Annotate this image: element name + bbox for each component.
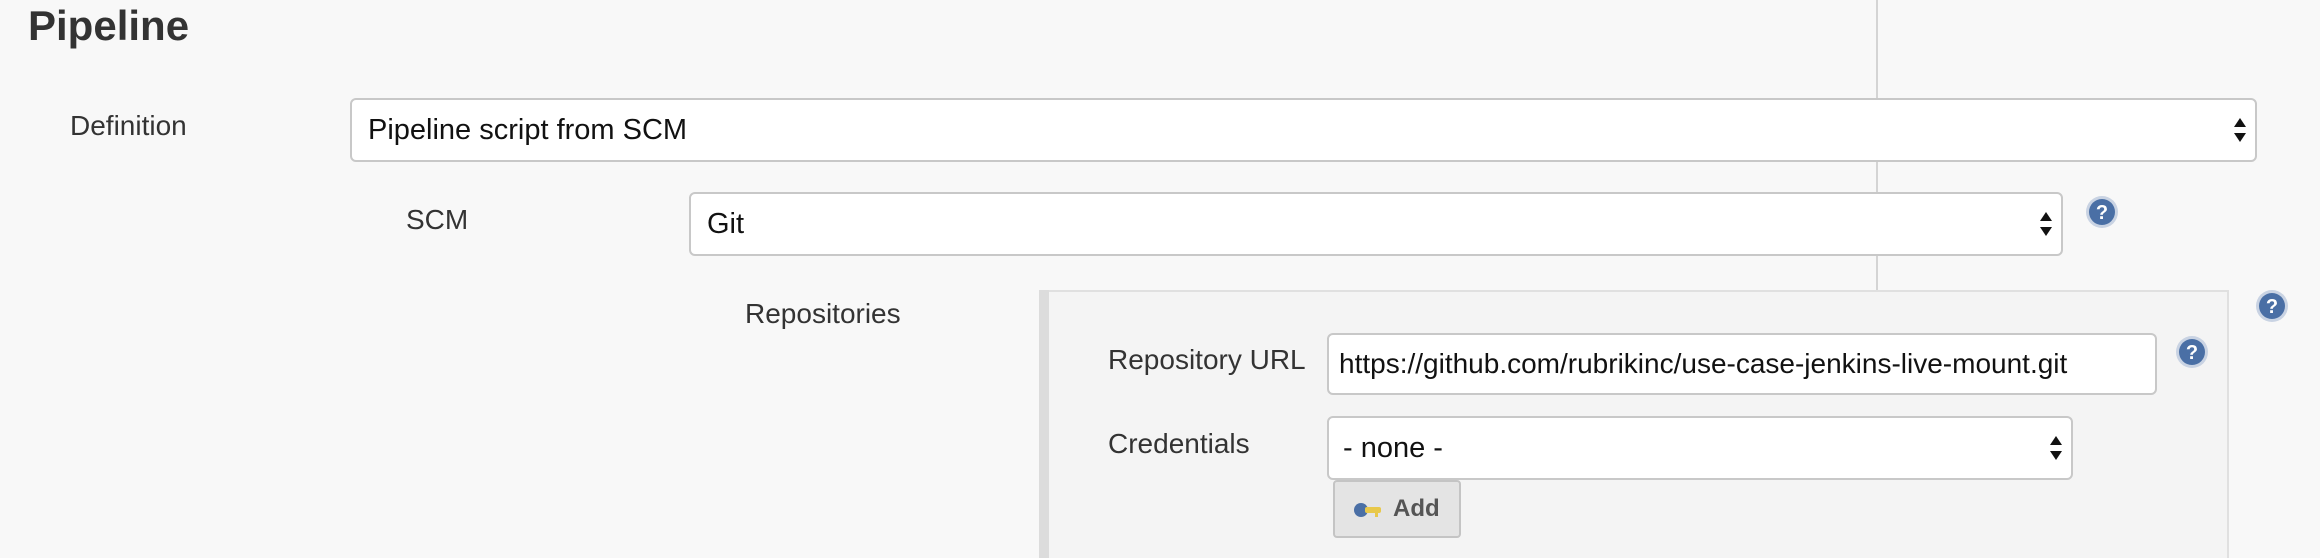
svg-text:?: ? (2266, 296, 2278, 318)
up-down-arrows-icon (2040, 212, 2052, 236)
up-down-arrows-icon (2234, 118, 2246, 142)
svg-text:?: ? (2186, 342, 2198, 364)
help-icon[interactable]: ? (2085, 195, 2119, 229)
credentials-select-value: - none - (1343, 431, 1443, 464)
add-credentials-button[interactable]: Add (1333, 480, 1461, 538)
repository-url-value: https://github.com/rubrikinc/use-case-je… (1339, 348, 2068, 379)
definition-select[interactable]: Pipeline script from SCM (350, 98, 2257, 162)
repository-url-input[interactable]: https://github.com/rubrikinc/use-case-je… (1327, 333, 2157, 395)
section-title: Pipeline (28, 2, 190, 49)
scm-select-value: Git (707, 207, 745, 240)
svg-text:?: ? (2096, 202, 2108, 224)
repositories-panel-stripe (1039, 290, 1049, 558)
credentials-select[interactable]: - none - (1327, 416, 2073, 480)
scm-label: SCM (406, 204, 469, 235)
definition-select-value: Pipeline script from SCM (368, 113, 688, 146)
help-icon[interactable]: ? (2255, 289, 2289, 323)
scm-select[interactable]: Git (689, 192, 2063, 256)
help-icon[interactable]: ? (2175, 335, 2209, 369)
add-button-label: Add (1393, 495, 1440, 522)
repositories-label: Repositories (745, 298, 901, 329)
up-down-arrows-icon (2050, 436, 2062, 460)
repository-url-label: Repository URL (1108, 344, 1306, 375)
definition-label: Definition (70, 110, 187, 141)
credentials-label: Credentials (1108, 428, 1250, 459)
key-icon (1354, 503, 1381, 517)
